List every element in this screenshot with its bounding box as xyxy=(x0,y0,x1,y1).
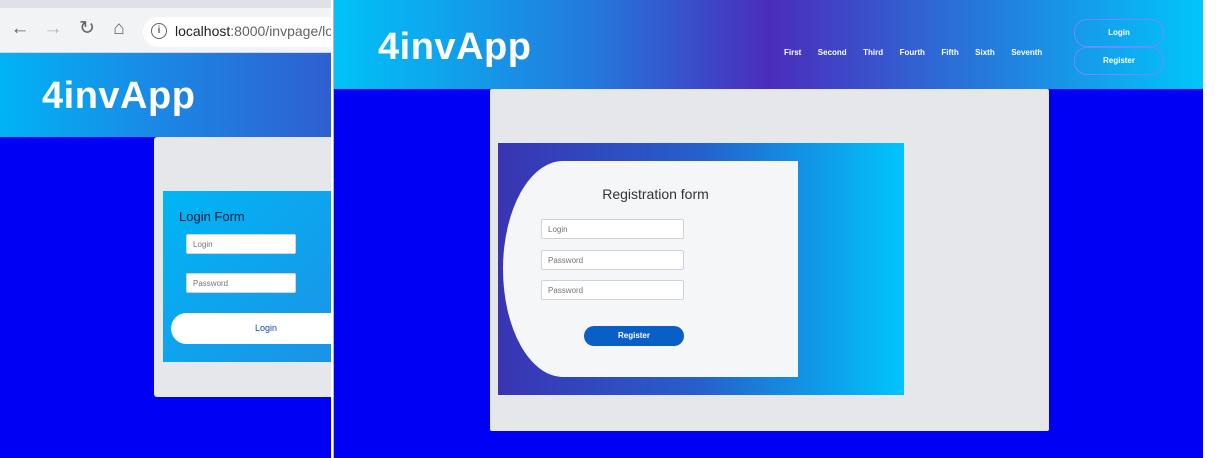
password-repeat-input[interactable] xyxy=(541,280,684,300)
nav-item-fourth[interactable]: Fourth xyxy=(900,48,925,57)
url-host: localhost xyxy=(175,23,231,39)
content-panel: Registration form Register xyxy=(490,89,1049,431)
nav-item-fifth[interactable]: Fifth xyxy=(941,48,958,57)
address-bar[interactable]: i localhost:8000/invpage/lo xyxy=(143,17,331,47)
header-login-button[interactable]: Login xyxy=(1074,19,1164,47)
nav-item-second[interactable]: Second xyxy=(818,48,847,57)
login-input[interactable] xyxy=(186,234,296,254)
login-button[interactable]: Login xyxy=(171,313,331,344)
header-register-button[interactable]: Register xyxy=(1074,47,1164,75)
home-icon[interactable]: ⌂ xyxy=(107,17,131,41)
brand-logo[interactable]: 4invApp xyxy=(378,26,531,69)
main-nav: First Second Third Fourth Fifth Sixth Se… xyxy=(784,42,1054,57)
registration-form-title: Registration form xyxy=(602,186,709,202)
reload-icon[interactable]: ↻ xyxy=(75,17,99,41)
login-page-window: ← → ↻ ⌂ i localhost:8000/invpage/lo 4inv… xyxy=(0,0,331,458)
password-input[interactable] xyxy=(541,250,684,270)
registration-banner: Registration form Register xyxy=(498,143,904,395)
login-form-title: Login Form xyxy=(179,209,245,224)
info-icon[interactable]: i xyxy=(151,23,167,39)
back-icon[interactable]: ← xyxy=(8,17,32,41)
page-body: Registration form Register xyxy=(334,89,1204,458)
nav-item-first[interactable]: First xyxy=(784,48,801,57)
forward-icon[interactable]: → xyxy=(41,17,65,41)
address-bar-url: localhost:8000/invpage/lo xyxy=(175,23,331,39)
site-header: 4invApp xyxy=(0,53,331,137)
browser-toolbar: ← → ↻ ⌂ i localhost:8000/invpage/lo xyxy=(0,0,331,53)
password-input[interactable] xyxy=(186,273,296,293)
site-header: 4invApp First Second Third Fourth Fifth … xyxy=(334,0,1204,89)
login-input[interactable] xyxy=(541,219,684,239)
brand-logo[interactable]: 4invApp xyxy=(42,75,195,118)
register-button[interactable]: Register xyxy=(584,326,684,346)
login-form: Login Form Login xyxy=(163,191,331,362)
registration-page-window: 4invApp First Second Third Fourth Fifth … xyxy=(333,0,1204,458)
browser-tab-strip xyxy=(0,0,331,8)
content-panel: Login Form Login xyxy=(154,137,331,397)
page-body: Login Form Login xyxy=(0,137,331,458)
screen-edge xyxy=(1203,0,1222,458)
registration-form: Registration form Register xyxy=(503,161,798,377)
nav-item-seventh[interactable]: Seventh xyxy=(1011,48,1042,57)
url-path: :8000/invpage/lo xyxy=(230,23,331,39)
nav-item-sixth[interactable]: Sixth xyxy=(975,48,995,57)
nav-item-third[interactable]: Third xyxy=(863,48,883,57)
